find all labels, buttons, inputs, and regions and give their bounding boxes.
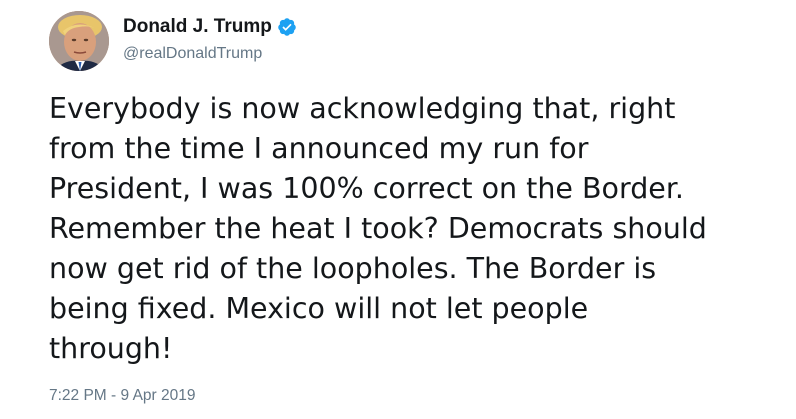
avatar-image — [49, 11, 109, 71]
tweet-text-line: President, I was 100% correct on the Bor… — [49, 172, 684, 205]
tweet-text-line: through! — [49, 332, 173, 365]
tweet-text-line: from the time I announced my run for — [49, 132, 589, 165]
tweet-text-line: Remember the heat I took? Democrats shou… — [49, 212, 707, 245]
tweet-text-line: Everybody is now acknowledging that, rig… — [49, 92, 676, 125]
tweet-timestamp[interactable]: 7:22 PM - 9 Apr 2019 — [49, 387, 195, 405]
avatar[interactable] — [49, 11, 109, 71]
tweet-text-line: now get rid of the loopholes. The Border… — [49, 252, 657, 285]
tweet-card: Donald J. Trump @realDonaldTrump Everybo… — [0, 0, 796, 419]
author-name-row[interactable]: Donald J. Trump — [123, 14, 297, 40]
display-name[interactable]: Donald J. Trump — [123, 16, 272, 38]
author-handle[interactable]: @realDonaldTrump — [123, 45, 262, 63]
verified-badge-icon — [277, 17, 297, 37]
tweet-text: Everybody is now acknowledging that, rig… — [49, 89, 779, 369]
tweet-text-line: being fixed. Mexico will not let people — [49, 292, 589, 325]
